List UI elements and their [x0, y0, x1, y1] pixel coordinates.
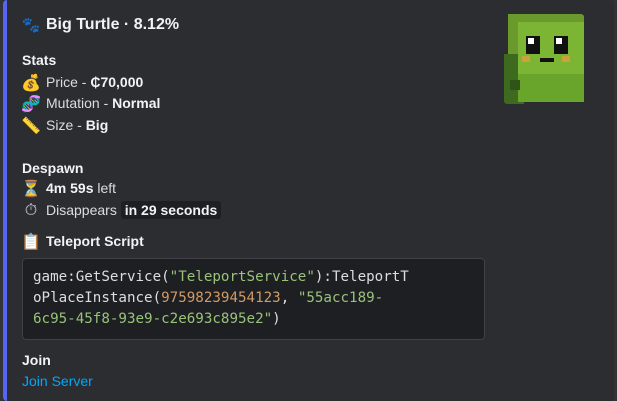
- mutation-value: Normal: [112, 95, 161, 111]
- stats-heading: Stats: [22, 52, 57, 68]
- price-value: ₵70,000: [90, 74, 144, 90]
- dna-icon: 🧬: [21, 93, 41, 113]
- join-server-link[interactable]: Join Server: [22, 373, 93, 389]
- join-heading: Join: [22, 352, 51, 368]
- teleport-heading-line: 📋 Teleport Script: [21, 231, 144, 251]
- embed-title-text: Big Turtle · 8.12%: [46, 16, 180, 33]
- time-left-line: ⏳ 4m 59s left: [21, 178, 116, 198]
- mutation-line: 🧬 Mutation - Normal: [21, 93, 160, 113]
- stopwatch-icon: ⏱: [24, 200, 38, 219]
- disappears-line: ⏱ Disappears in 29 seconds: [21, 200, 222, 220]
- ruler-icon: 📏: [21, 115, 41, 135]
- teleport-heading: Teleport Script: [46, 233, 144, 249]
- size-value: Big: [85, 117, 109, 133]
- mutation-label: Mutation -: [46, 95, 113, 111]
- money-bag-icon: 💰: [21, 72, 41, 92]
- turtle-thumbnail: [504, 14, 584, 104]
- price-line: 💰 Price - ₵70,000: [21, 72, 143, 92]
- price-label: Price -: [46, 74, 91, 90]
- disappears-label: Disappears: [46, 202, 121, 218]
- size-line: 📏 Size - Big: [21, 115, 108, 135]
- hourglass-icon: ⏳: [21, 178, 41, 198]
- time-left-suffix: left: [93, 180, 117, 196]
- clipboard-icon: 📋: [21, 231, 41, 251]
- disappears-timestamp: in 29 seconds: [120, 201, 222, 219]
- embed-card: 🐾 Big Turtle · 8.12% Stats 💰 Price - ₵70…: [3, 0, 614, 401]
- size-label: Size -: [46, 117, 86, 133]
- teleport-code-block[interactable]: game:GetService("TeleportService"):Telep…: [22, 258, 485, 340]
- embed-title: 🐾 Big Turtle · 8.12%: [21, 16, 179, 34]
- time-left-value: 4m 59s: [46, 180, 94, 196]
- despawn-heading: Despawn: [22, 160, 84, 176]
- paw-prints-icon: 🐾: [21, 16, 41, 34]
